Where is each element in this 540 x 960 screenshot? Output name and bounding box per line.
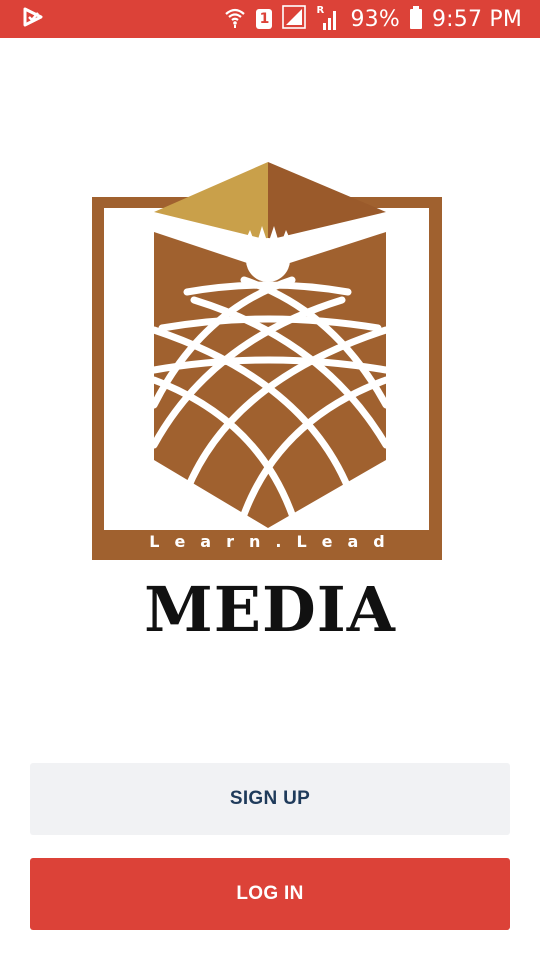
logo-tagline: Learn.Lead	[149, 532, 400, 551]
signal-icon	[282, 4, 307, 34]
battery-percent: 93%	[350, 6, 400, 32]
log-in-button[interactable]: LOG IN	[30, 858, 510, 930]
battery-icon	[409, 6, 422, 29]
brand-logo: Learn.Lead	[92, 160, 444, 565]
wifi-icon	[224, 6, 246, 33]
sign-up-button[interactable]: SIGN UP	[30, 763, 510, 835]
app-notification-icon	[22, 6, 44, 33]
clock: 9:57 PM	[431, 6, 522, 32]
status-bar: 1 R 93% 9:57 PM	[0, 0, 540, 38]
sim-badge: 1	[256, 9, 273, 29]
brand-name: MEDIA	[144, 573, 396, 646]
roaming-signal-icon: R	[316, 5, 340, 31]
